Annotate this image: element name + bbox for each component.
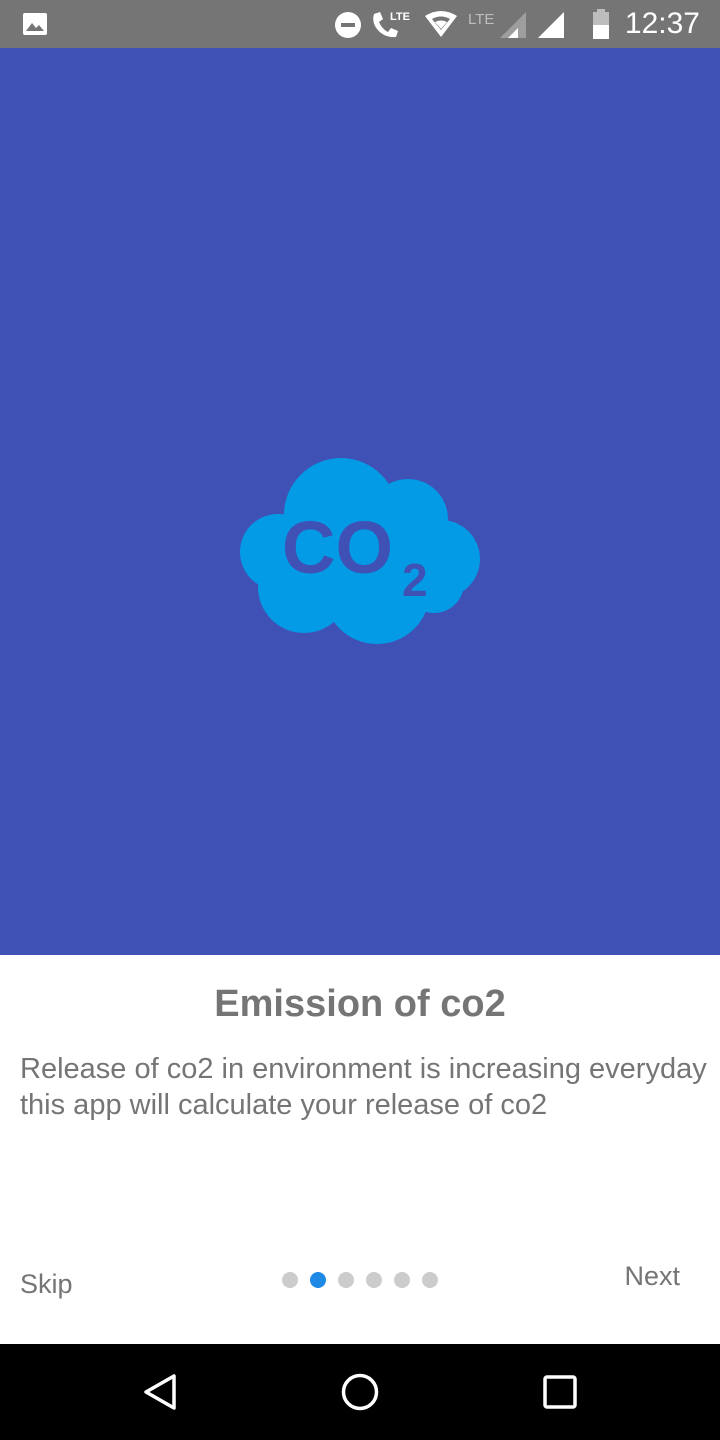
description: Release of co2 in environment is increas…: [20, 1051, 720, 1123]
skip-button[interactable]: Skip: [20, 1269, 73, 1300]
page-dot[interactable]: [282, 1272, 298, 1288]
signal-icon: LTE: [468, 11, 526, 38]
onboarding-panel: Emission of co2 Release of co2 in enviro…: [0, 955, 720, 1344]
network-label: LTE: [468, 11, 494, 28]
navigation-bar: [0, 1344, 720, 1440]
page-title: Emission of co2: [214, 983, 506, 1025]
page-dot[interactable]: [422, 1272, 438, 1288]
image-icon: [23, 13, 47, 35]
co2-text: CO: [282, 506, 393, 589]
recents-icon[interactable]: [542, 1372, 578, 1412]
page-dot-active[interactable]: [310, 1272, 326, 1288]
description-line-2: this app will calculate your release of …: [20, 1089, 548, 1121]
status-time: 12:37: [624, 7, 700, 40]
page-dot[interactable]: [366, 1272, 382, 1288]
description-line-1: Release of co2 in environment is increas…: [20, 1053, 707, 1085]
wifi-icon: [425, 11, 457, 37]
page-dot[interactable]: [394, 1272, 410, 1288]
home-icon[interactable]: [340, 1372, 380, 1412]
volte-call-icon: LTE: [373, 11, 410, 38]
do-not-disturb-icon: [335, 12, 361, 38]
next-button[interactable]: Next: [624, 1261, 680, 1292]
volte-label: LTE: [390, 11, 410, 23]
battery-icon: [593, 9, 609, 39]
back-icon[interactable]: [140, 1372, 180, 1412]
co2-cloud-icon: CO 2: [240, 458, 480, 644]
co2-subscript: 2: [402, 554, 428, 606]
hero-panel: CO 2: [0, 48, 720, 955]
page-dot[interactable]: [338, 1272, 354, 1288]
status-bar: LTE LTE 12:37: [0, 0, 720, 48]
signal-icon: [538, 12, 564, 38]
